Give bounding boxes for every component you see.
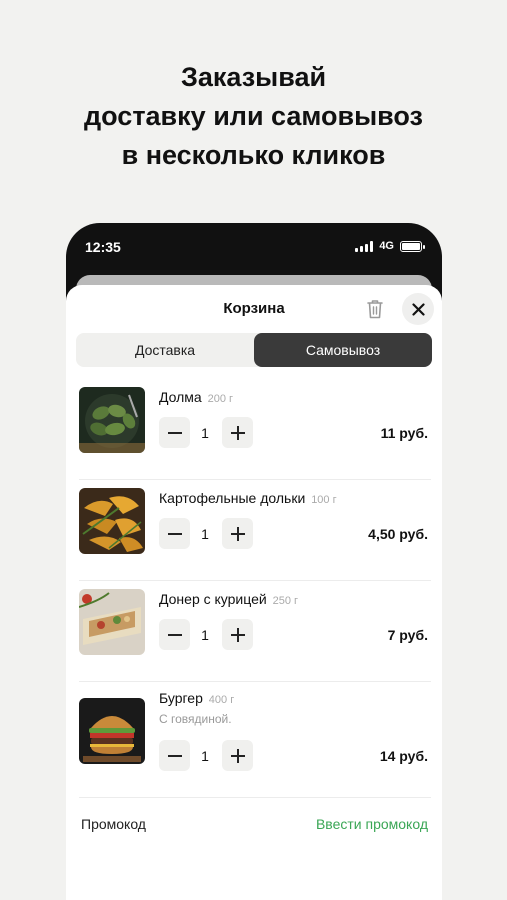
battery-icon (400, 240, 425, 252)
promo-label: Промокод (81, 816, 146, 832)
item-quantity: 1 (201, 748, 209, 764)
decrease-qty-button[interactable] (159, 518, 190, 549)
headline-line-2: доставку или самовывоз (84, 101, 423, 131)
network-type: 4G (379, 240, 394, 252)
cart-title: Корзина (223, 300, 285, 317)
trash-icon[interactable] (366, 298, 384, 320)
decrease-qty-button[interactable] (159, 740, 190, 771)
item-weight: 200 г (207, 393, 234, 405)
item-quantity: 1 (201, 627, 209, 643)
divider (79, 580, 431, 581)
phone-frame: 12:35 4G Корзина Доставка Самовывоз Долм… (66, 223, 442, 900)
minus-icon (167, 532, 182, 535)
item-weight: 400 г (208, 694, 235, 706)
enter-promo-link[interactable]: Ввести промокод (316, 816, 428, 832)
increase-qty-button[interactable] (222, 518, 253, 549)
doner-image (79, 589, 145, 655)
cart-sheet: Корзина Доставка Самовывоз Долма 200 г 1… (66, 285, 442, 900)
close-icon (411, 302, 425, 316)
delivery-mode-toggle: Доставка Самовывоз (76, 333, 432, 367)
plus-icon (230, 748, 245, 763)
item-price: 11 руб. (380, 425, 428, 441)
item-quantity: 1 (201, 526, 209, 542)
item-description: С говядиной. (159, 712, 232, 726)
tab-delivery[interactable]: Доставка (76, 333, 254, 367)
increase-qty-button[interactable] (222, 417, 253, 448)
minus-icon (167, 633, 182, 636)
close-button[interactable] (402, 293, 434, 325)
item-quantity: 1 (201, 425, 209, 441)
divider (79, 681, 431, 682)
item-name: Донер с курицей 250 г (159, 591, 298, 607)
divider (79, 797, 431, 798)
headline-line-1: Заказывай (180, 62, 327, 92)
status-icons: 4G (355, 240, 425, 252)
burger-image (79, 698, 145, 764)
item-name: Бургер 400 г (159, 690, 234, 706)
increase-qty-button[interactable] (222, 740, 253, 771)
item-weight: 250 г (272, 595, 299, 607)
status-time: 12:35 (85, 239, 121, 255)
decrease-qty-button[interactable] (159, 417, 190, 448)
item-title: Долма (159, 389, 202, 405)
signal-icon (355, 240, 374, 252)
item-price: 14 руб. (379, 748, 428, 764)
minus-icon (167, 431, 182, 434)
headline: Заказывай доставку или самовывоз в неско… (0, 58, 507, 175)
plus-icon (230, 526, 245, 541)
item-title: Бургер (159, 690, 203, 706)
increase-qty-button[interactable] (222, 619, 253, 650)
plus-icon (230, 627, 245, 642)
item-name: Картофельные дольки 100 г (159, 490, 337, 506)
divider (79, 479, 431, 480)
item-title: Донер с курицей (159, 591, 267, 607)
plus-icon (230, 425, 245, 440)
item-price: 7 руб. (387, 627, 428, 643)
dolma-image (79, 387, 145, 453)
status-bar: 12:35 4G (66, 223, 442, 273)
potato-wedges-image (79, 488, 145, 554)
tab-pickup[interactable]: Самовывоз (254, 333, 432, 367)
decrease-qty-button[interactable] (159, 619, 190, 650)
minus-icon (167, 754, 182, 757)
item-price: 4,50 руб. (368, 526, 428, 542)
headline-line-3: в несколько кликов (121, 140, 386, 170)
item-title: Картофельные дольки (159, 490, 306, 506)
item-weight: 100 г (311, 494, 337, 506)
item-name: Долма 200 г (159, 389, 233, 405)
